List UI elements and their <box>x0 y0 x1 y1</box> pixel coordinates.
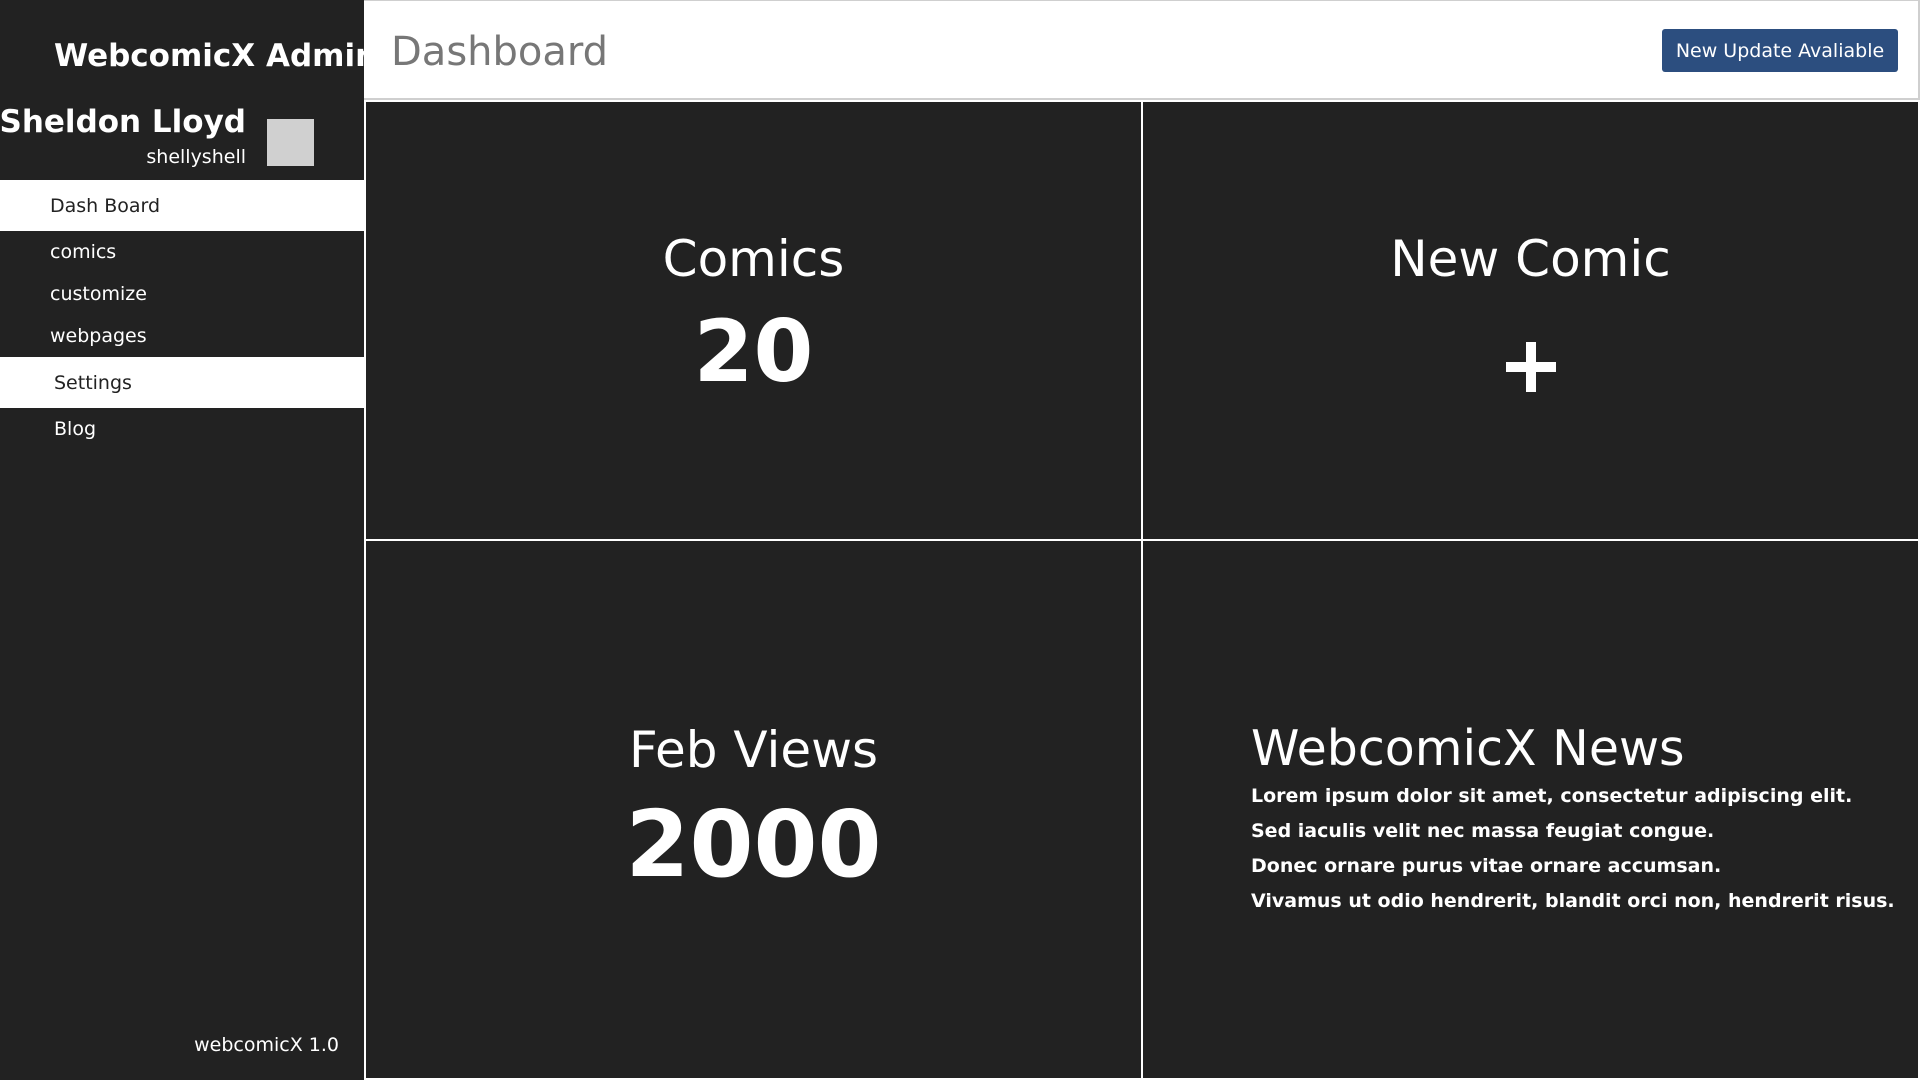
news-item: Donec ornare purus vitae ornare accumsan… <box>1251 855 1722 877</box>
news-item: Vivamus ut odio hendrerit, blandit orci … <box>1251 890 1895 912</box>
feb-views-tile-title: Feb Views <box>628 721 879 779</box>
sidebar-nav: Dash Board comics customize webpages Set… <box>0 180 364 450</box>
sidebar-item-comics[interactable]: comics <box>0 231 364 273</box>
plus-icon[interactable] <box>1505 342 1556 392</box>
news-tile: WebcomicX News Lorem ipsum dolor sit ame… <box>1141 539 1920 1080</box>
dashboard-tiles: Comics 20 New Comic Feb Views 2000 Webco… <box>364 100 1920 1080</box>
sidebar: WebcomicX Admin Sheldon Lloyd shellyshel… <box>0 0 377 1080</box>
feb-views-count: 2000 <box>625 791 882 898</box>
new-comic-tile[interactable]: New Comic <box>1141 100 1920 539</box>
news-item: Lorem ipsum dolor sit amet, consectetur … <box>1251 785 1853 807</box>
sidebar-item-dash-board[interactable]: Dash Board <box>0 180 364 231</box>
new-comic-tile-title: New Comic <box>1390 230 1671 288</box>
sidebar-item-blog[interactable]: Blog <box>0 408 364 450</box>
comics-tile[interactable]: Comics 20 <box>364 100 1141 539</box>
sidebar-item-webpages[interactable]: webpages <box>0 315 364 357</box>
version-label: webcomicX 1.0 <box>194 1034 339 1056</box>
page-header: Dashboard New Update Avaliable <box>364 0 1920 100</box>
news-block: WebcomicX News Lorem ipsum dolor sit ame… <box>1251 720 1895 919</box>
user-block: Sheldon Lloyd shellyshell <box>0 102 364 180</box>
comics-tile-title: Comics <box>662 230 845 288</box>
page-title: Dashboard <box>391 29 609 75</box>
feb-views-tile[interactable]: Feb Views 2000 <box>364 539 1141 1080</box>
user-name: Sheldon Lloyd <box>0 104 246 140</box>
comics-count: 20 <box>693 302 814 402</box>
sidebar-item-customize[interactable]: customize <box>0 273 364 315</box>
app-title: WebcomicX Admin <box>54 38 378 74</box>
news-title: WebcomicX News <box>1251 720 1685 777</box>
admin-app: WebcomicX Admin Sheldon Lloyd shellyshel… <box>0 0 1920 1080</box>
avatar[interactable] <box>267 119 314 166</box>
new-update-button[interactable]: New Update Avaliable <box>1662 29 1898 72</box>
news-item: Sed iaculis velit nec massa feugiat cong… <box>1251 820 1715 842</box>
sidebar-item-settings[interactable]: Settings <box>0 357 364 408</box>
user-handle: shellyshell <box>146 146 246 168</box>
news-list: Lorem ipsum dolor sit amet, consectetur … <box>1251 779 1895 919</box>
